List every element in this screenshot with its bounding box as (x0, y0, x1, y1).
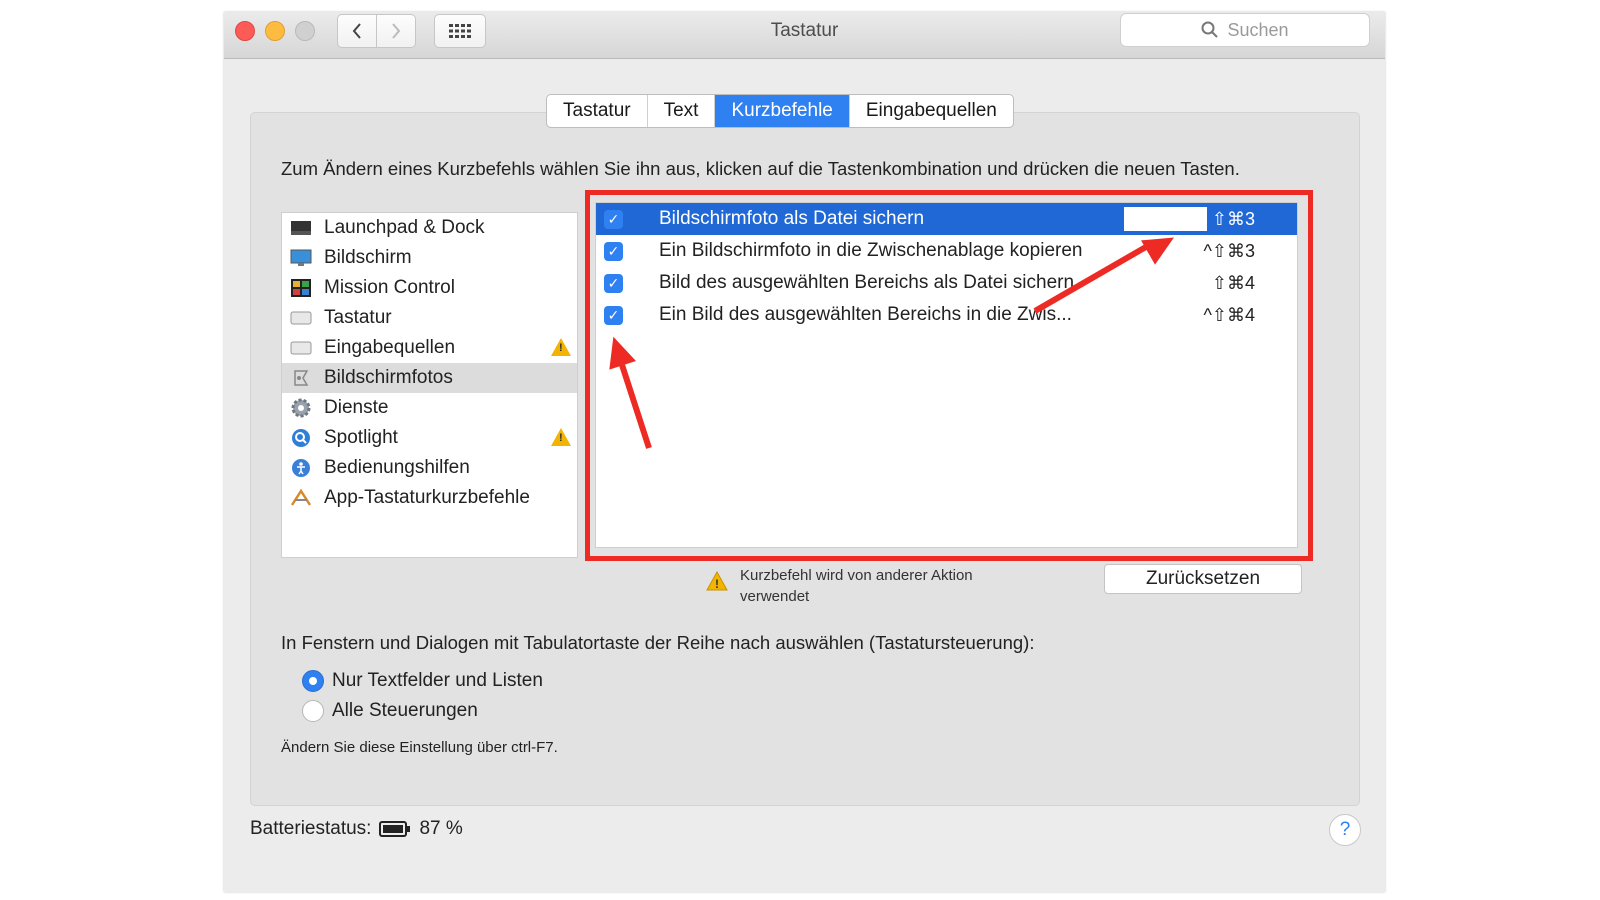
conflict-line-1: Kurzbefehl wird von anderer Aktion (740, 567, 973, 584)
category-item[interactable]: Eingabequellen (282, 333, 577, 363)
conflict-notice: ! Kurzbefehl wird von anderer Aktion ver… (706, 565, 973, 607)
radio-selected-icon[interactable] (302, 670, 324, 692)
category-label: Eingabequellen (324, 337, 456, 358)
display-icon (290, 249, 312, 267)
category-item[interactable]: Launchpad & Dock (282, 213, 577, 243)
battery-icon (379, 821, 411, 837)
category-label: Spotlight (324, 427, 398, 448)
hint-text: Ändern Sie diese Einstellung über ctrl-F… (281, 739, 558, 756)
category-label: Dienste (324, 397, 389, 418)
app-shortcuts-icon (290, 489, 312, 507)
keyboard-icon (290, 309, 312, 327)
radio-all-controls[interactable]: Alle Steuerungen (302, 700, 478, 722)
input-sources-icon (290, 339, 312, 357)
instruction-text: Zum Ändern eines Kurzbefehls wählen Sie … (281, 158, 1240, 179)
category-label: Launchpad & Dock (324, 217, 485, 238)
mission-control-icon (290, 279, 312, 297)
annotation-highlight-box (585, 190, 1313, 561)
category-item[interactable]: App-Tastaturkurzbefehle (282, 483, 577, 513)
tab-navigation-label: In Fenstern und Dialogen mit Tabulatorta… (281, 632, 1035, 653)
search-icon (1201, 21, 1219, 38)
svg-text:!: ! (715, 577, 719, 591)
warning-icon: ! (706, 571, 728, 591)
category-item[interactable]: Mission Control (282, 273, 577, 303)
tab-text[interactable]: Text (648, 95, 716, 127)
category-item[interactable]: Dienste (282, 393, 577, 423)
battery-status: Batteriestatus: 87 % (250, 818, 463, 840)
launchpad-icon (290, 219, 312, 237)
category-label: App-Tastaturkurzbefehle (324, 487, 530, 508)
title-bar: Tastatur Suchen (224, 12, 1385, 59)
reset-button[interactable]: Zurücksetzen (1104, 564, 1302, 594)
conflict-line-2: verwendet (740, 588, 810, 605)
screenshot-icon (290, 369, 312, 387)
warning-icon (551, 428, 571, 446)
help-button[interactable]: ? (1329, 814, 1361, 846)
system-preferences-window: Tastatur Suchen Tastatur Text Kurzbefehl… (224, 12, 1385, 892)
tab-tastatur[interactable]: Tastatur (547, 95, 648, 127)
battery-value: 87 % (419, 818, 463, 839)
radio-text-fields[interactable]: Nur Textfelder und Listen (302, 670, 543, 692)
radio-label: Nur Textfelder und Listen (332, 670, 543, 691)
tab-bar: Tastatur Text Kurzbefehle Eingabequellen (546, 94, 1014, 128)
category-item[interactable]: Bedienungshilfen (282, 453, 577, 483)
category-label: Bildschirm (324, 247, 412, 268)
warning-icon (551, 338, 571, 356)
category-label: Mission Control (324, 277, 455, 298)
category-item[interactable]: Tastatur (282, 303, 577, 333)
category-label: Bildschirmfotos (324, 367, 453, 388)
tab-eingabequellen[interactable]: Eingabequellen (850, 95, 1013, 127)
category-item[interactable]: Spotlight (282, 423, 577, 453)
category-item[interactable]: Bildschirmfotos (282, 363, 577, 393)
category-label: Tastatur (324, 307, 392, 328)
search-field[interactable]: Suchen (1120, 13, 1370, 47)
radio-label: Alle Steuerungen (332, 700, 478, 721)
search-placeholder: Suchen (1227, 19, 1289, 40)
battery-label: Batteriestatus: (250, 818, 372, 839)
tab-kurzbefehle[interactable]: Kurzbefehle (715, 95, 850, 127)
services-gear-icon (290, 398, 312, 418)
category-item[interactable]: Bildschirm (282, 243, 577, 273)
category-list[interactable]: Launchpad & Dock Bildschirm Mission Cont… (281, 212, 578, 558)
accessibility-icon (290, 459, 312, 477)
spotlight-icon (290, 429, 312, 447)
category-label: Bedienungshilfen (324, 457, 470, 478)
radio-unselected-icon[interactable] (302, 700, 324, 722)
